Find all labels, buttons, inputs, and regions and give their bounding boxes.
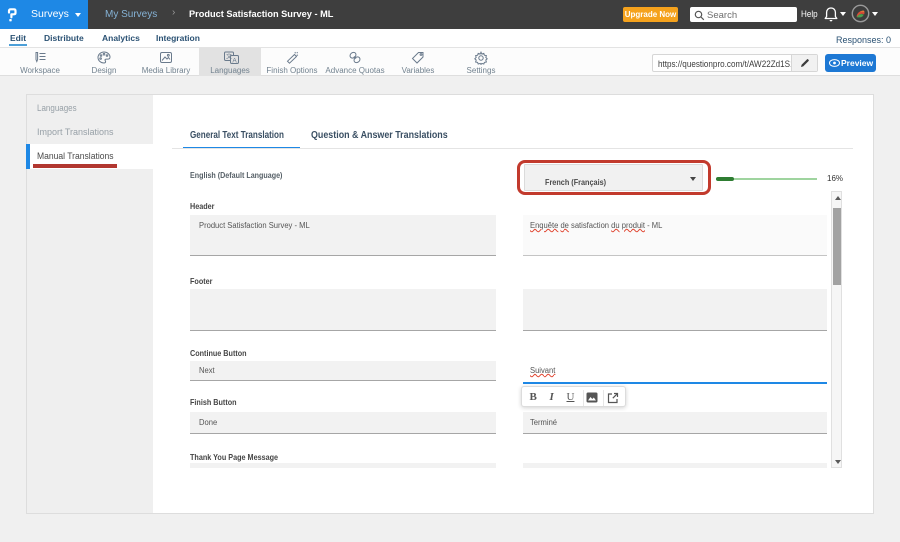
svg-text:A: A — [232, 57, 237, 64]
svg-text:文: 文 — [226, 53, 232, 61]
